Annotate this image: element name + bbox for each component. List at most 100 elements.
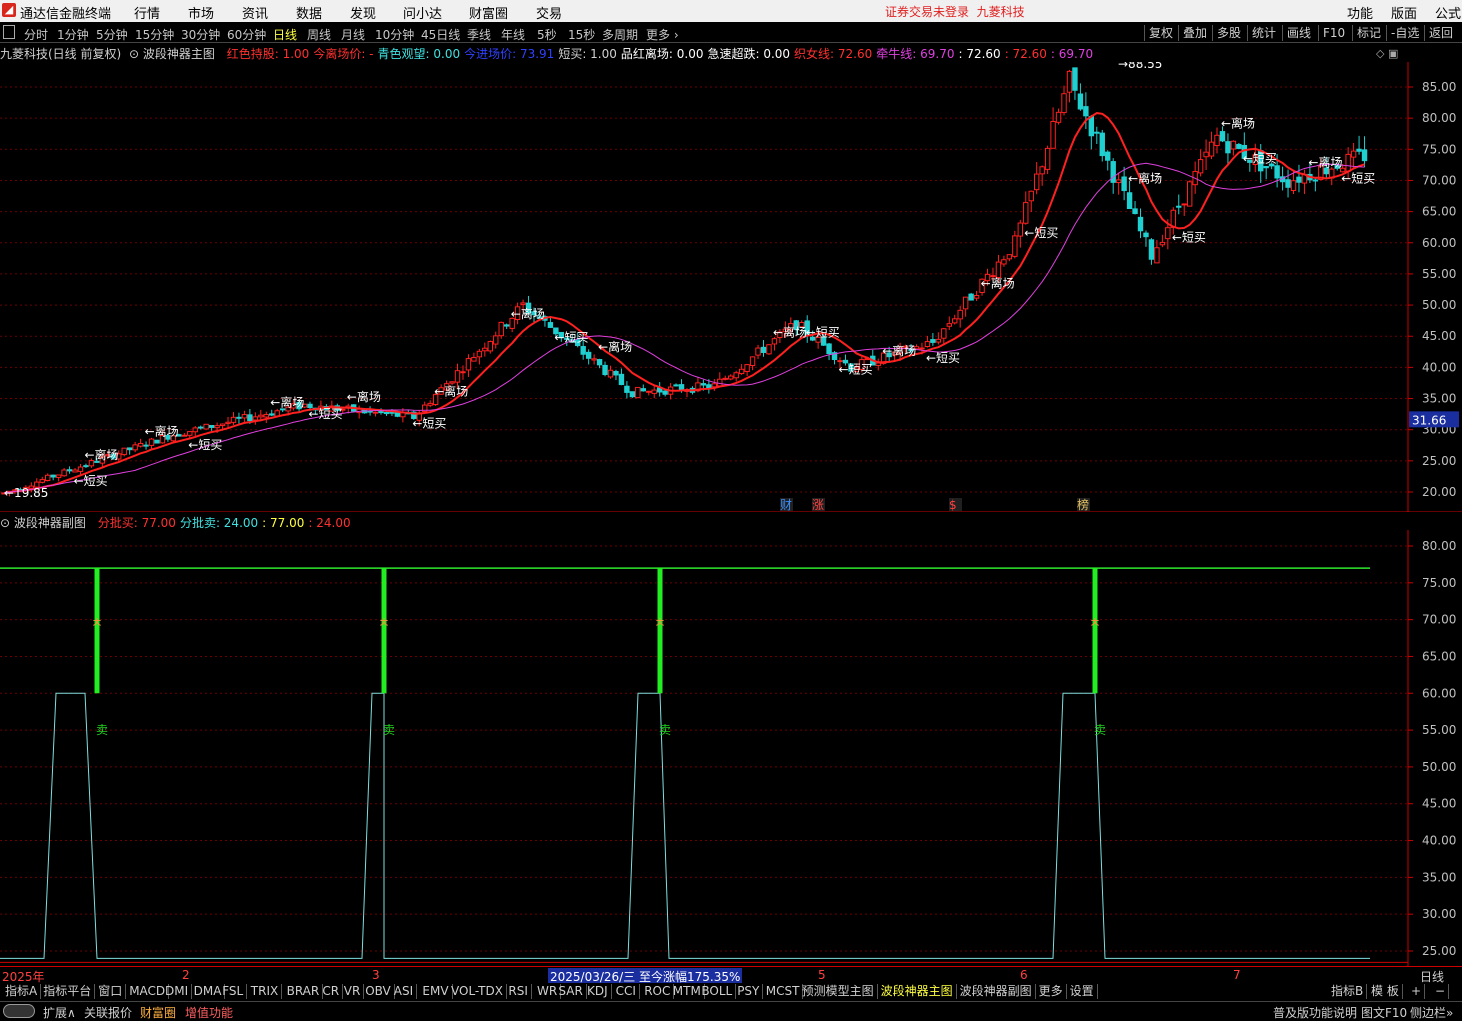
menu-function[interactable]: 功能 <box>1347 3 1373 22</box>
period-5min[interactable]: 5分钟 <box>96 26 128 43</box>
tab-18[interactable]: KDJ <box>584 984 612 999</box>
period-45day[interactable]: 45日线 <box>421 26 460 43</box>
tab-right-1[interactable]: 模 板 <box>1368 984 1403 999</box>
tab-right-3[interactable]: − <box>1432 984 1450 999</box>
tab-8[interactable]: BRAR <box>284 984 324 999</box>
candle-body <box>1356 148 1362 152</box>
period-15sec[interactable]: 15秒 <box>568 26 595 43</box>
menu-wealth-circle[interactable]: 财富圈 <box>469 3 508 22</box>
period-60min[interactable]: 60分钟 <box>227 26 266 43</box>
tab-27[interactable]: 波段神器副图 <box>957 984 1036 999</box>
sub-indicator-chart[interactable]: 80.00 75.00 70.00 65.00 60.00 55.00 50.00 45.00… <box>0 530 1462 966</box>
menu-market[interactable]: 市场 <box>188 3 214 22</box>
period-10min[interactable]: 10分钟 <box>375 26 414 43</box>
y-tick-label: 85.00 <box>1422 80 1456 94</box>
status-edition-help[interactable]: 普及版功能说明 <box>1273 1004 1357 1021</box>
btn-watchlist-remove[interactable]: -自选 <box>1386 25 1423 41</box>
connection-toggle-icon[interactable] <box>3 1004 35 1018</box>
main-indicator-value-4: 短买: 1.00 <box>558 47 617 61</box>
tab-7[interactable]: TRIX <box>248 984 283 999</box>
menu-discover[interactable]: 发现 <box>350 3 376 22</box>
btn-draw[interactable]: 画线 <box>1282 25 1315 41</box>
candle-body <box>1296 176 1302 183</box>
tab-24[interactable]: MCST <box>763 984 804 999</box>
tab-0[interactable]: 指标A <box>2 984 42 999</box>
candle-body <box>766 344 772 355</box>
tab-1[interactable]: 指标平台 <box>40 984 96 999</box>
candle-body <box>236 416 242 419</box>
status-f10[interactable]: 图文F10 <box>1361 1004 1407 1021</box>
tab-28[interactable]: 更多 <box>1036 984 1067 999</box>
candle-body <box>1285 179 1291 188</box>
period-weekly[interactable]: 周线 <box>307 26 331 43</box>
candle-body <box>1055 111 1062 123</box>
tab-14[interactable]: VOL-TDX <box>448 984 507 999</box>
menu-data[interactable]: 数据 <box>296 3 322 22</box>
tab-6[interactable]: FSL <box>219 984 248 999</box>
tab-right-2[interactable]: + <box>1408 984 1426 999</box>
period-monthly[interactable]: 月线 <box>341 26 365 43</box>
btn-adjust[interactable]: 复权 <box>1144 25 1177 41</box>
tab-10[interactable]: VR <box>341 984 365 999</box>
tab-19[interactable]: CCI <box>613 984 640 999</box>
candle-body <box>547 322 554 328</box>
menu-layout[interactable]: 版面 <box>1391 3 1417 22</box>
period-multi[interactable]: 多周期 <box>602 26 638 43</box>
btn-overlay[interactable]: 叠加 <box>1178 25 1211 41</box>
main-candlestick-chart[interactable]: 20.0025.0030.0035.0040.0045.0050.0055.00… <box>0 62 1462 512</box>
tab-23[interactable]: PSY <box>734 984 764 999</box>
collapse-icon[interactable]: ◇ ▣ <box>1376 47 1398 60</box>
tab-right-0[interactable]: 指标B <box>1328 984 1368 999</box>
event-marker[interactable]: 财 <box>780 498 792 512</box>
main-indicator-value-9: : 72.60 <box>958 47 1001 61</box>
period-more[interactable]: 更多 › <box>646 26 679 43</box>
sub-indicator-value-0: 分批买: 77.00 <box>97 516 176 530</box>
menu-quotes[interactable]: 行情 <box>134 3 160 22</box>
period-intraday[interactable]: 分时 <box>24 26 48 43</box>
tab-25[interactable]: 预测模型主图 <box>799 984 878 999</box>
tab-29[interactable]: 设置 <box>1067 984 1098 999</box>
period-daily[interactable]: 日线 <box>273 26 297 43</box>
event-marker[interactable]: 涨 <box>812 497 824 512</box>
candle-body <box>143 444 149 447</box>
menu-formula[interactable]: 公式 <box>1435 3 1461 22</box>
status-linked-quotes[interactable]: 关联报价 <box>84 1004 132 1021</box>
period-quarterly[interactable]: 季线 <box>467 26 491 43</box>
period-1min[interactable]: 1分钟 <box>57 26 89 43</box>
indicator-name[interactable]: ⊙ 波段神器主图 <box>129 47 219 61</box>
sub-y-tick-label: 65.00 <box>1422 649 1456 663</box>
period-5sec[interactable]: 5秒 <box>537 26 557 43</box>
menu-ask[interactable]: 问小达 <box>403 3 442 22</box>
btn-f10[interactable]: F10 <box>1318 25 1349 41</box>
event-marker[interactable]: $ <box>949 498 957 512</box>
status-wealth-circle[interactable]: 财富圈 <box>140 1004 176 1021</box>
tab-12[interactable]: ASI <box>391 984 418 999</box>
btn-statistics[interactable]: 统计 <box>1247 25 1280 41</box>
sidebar-toggle-icon[interactable] <box>3 25 15 39</box>
candle-body <box>1274 165 1280 179</box>
tab-15[interactable]: RSI <box>505 984 532 999</box>
btn-back[interactable]: 返回 <box>1424 25 1457 41</box>
tab-26[interactable]: 波段神器主图 <box>878 984 957 999</box>
candle-body <box>471 357 477 362</box>
btn-multi-stock[interactable]: 多股 <box>1212 25 1245 41</box>
btn-mark[interactable]: 标记 <box>1352 25 1385 41</box>
tab-4[interactable]: DMI <box>162 984 193 999</box>
sub-y-tick-label: 80.00 <box>1422 539 1456 553</box>
tab-22[interactable]: BOLL <box>698 984 737 999</box>
period-15min[interactable]: 15分钟 <box>135 26 174 43</box>
candle-body <box>1017 222 1024 237</box>
status-value-added[interactable]: 增值功能 <box>185 1004 233 1021</box>
status-expand[interactable]: 扩展∧ <box>43 1004 76 1021</box>
period-30min[interactable]: 30分钟 <box>181 26 220 43</box>
tab-17[interactable]: SAR <box>555 984 587 999</box>
menu-trade[interactable]: 交易 <box>536 3 562 22</box>
sub-indicator-name[interactable]: ⊙ 波段神器副图 <box>0 516 90 530</box>
login-warning[interactable]: 证券交易未登录 九菱科技 <box>885 3 1025 20</box>
event-marker[interactable]: 榜 <box>1077 497 1089 512</box>
tab-2[interactable]: 窗口 <box>95 984 127 999</box>
period-yearly[interactable]: 年线 <box>501 26 525 43</box>
status-sidebar[interactable]: 侧边栏» <box>1410 1004 1453 1021</box>
tab-9[interactable]: CR <box>319 984 344 999</box>
menu-news[interactable]: 资讯 <box>242 3 268 22</box>
